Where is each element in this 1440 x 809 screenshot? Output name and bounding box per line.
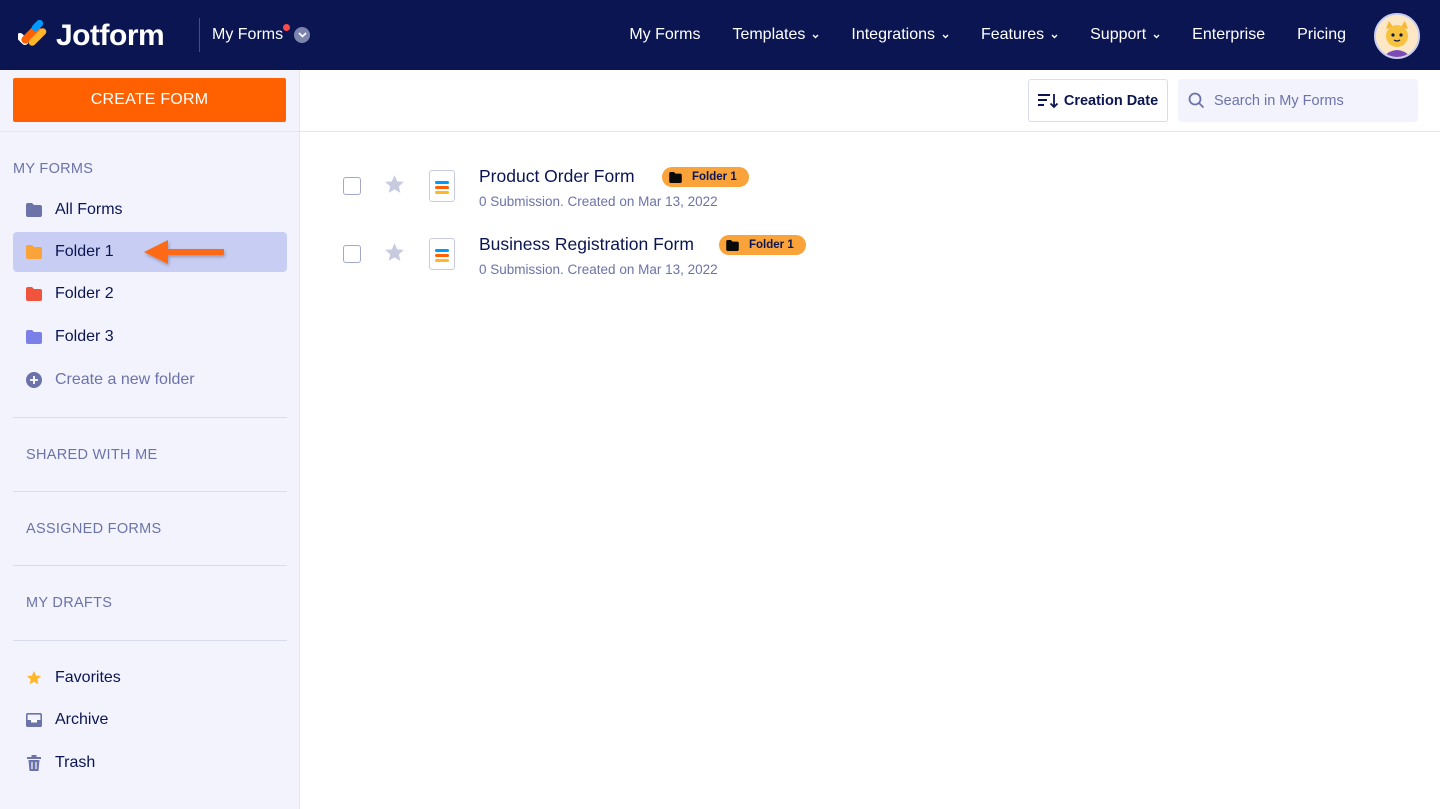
divider: [13, 491, 287, 492]
star-icon: [26, 670, 42, 686]
switcher-label: My Forms: [212, 26, 284, 43]
avatar[interactable]: [1374, 13, 1420, 59]
chevron-down-icon: [942, 26, 949, 44]
avatar-icon: [1376, 15, 1418, 57]
notification-dot: [283, 23, 291, 31]
sidebar-item-all-forms[interactable]: All Forms: [13, 190, 287, 230]
jotform-logo[interactable]: Jotform: [18, 19, 165, 53]
sidebar-item-label: Favorites: [55, 669, 121, 686]
form-meta: 0 Submission. Created on Mar 13, 2022: [479, 194, 718, 209]
nav-enterprise[interactable]: Enterprise: [1192, 26, 1265, 44]
sidebar-item-label: Folder 2: [55, 285, 114, 302]
search-input[interactable]: [1214, 92, 1404, 109]
nav-templates[interactable]: Templates: [732, 26, 819, 44]
search-icon: [1188, 92, 1205, 109]
divider: [0, 131, 300, 132]
sidebar-item-label: Folder 3: [55, 328, 114, 345]
assigned-forms-section[interactable]: ASSIGNED FORMS: [26, 521, 162, 537]
form-title[interactable]: Product Order Form: [479, 166, 635, 187]
my-forms-switcher[interactable]: My Forms: [212, 22, 311, 48]
select-checkbox[interactable]: [343, 245, 361, 263]
create-form-button[interactable]: CREATE FORM: [13, 78, 286, 122]
divider: [13, 640, 287, 641]
sidebar-item-folder-2[interactable]: Folder 2: [13, 274, 287, 314]
sort-button[interactable]: Creation Date: [1028, 79, 1168, 122]
nav-support[interactable]: Support: [1090, 26, 1160, 44]
trash-icon: [26, 755, 42, 771]
sidebar-item-archive[interactable]: Archive: [13, 700, 287, 740]
chevron-down-icon: [1051, 26, 1058, 44]
folder-icon: [726, 239, 739, 251]
search-box[interactable]: [1178, 79, 1418, 122]
folder-icon: [669, 171, 682, 183]
form-meta: 0 Submission. Created on Mar 13, 2022: [479, 262, 718, 277]
select-checkbox[interactable]: [343, 177, 361, 195]
divider: [13, 565, 287, 566]
chevron-down-icon: [812, 26, 819, 44]
archive-icon: [26, 712, 42, 728]
sort-icon: [1037, 93, 1058, 108]
nav-features[interactable]: Features: [981, 26, 1058, 44]
form-title[interactable]: Business Registration Form: [479, 234, 694, 255]
forms-toolbar: Creation Date: [300, 70, 1440, 132]
form-icon[interactable]: [429, 170, 455, 202]
chevron-down-icon: [1153, 26, 1160, 44]
nav-my-forms[interactable]: My Forms: [629, 26, 700, 44]
folder-badge-label: Folder 1: [692, 171, 737, 183]
folder-icon: [26, 244, 42, 260]
create-new-folder-button[interactable]: Create a new folder: [13, 360, 287, 400]
nav-pricing[interactable]: Pricing: [1297, 26, 1346, 44]
form-icon[interactable]: [429, 238, 455, 270]
folder-icon: [26, 202, 42, 218]
plus-circle-icon: [26, 372, 42, 388]
sidebar: CREATE FORM MY FORMS All Forms Folder 1 …: [0, 70, 300, 809]
my-forms-section-title: MY FORMS: [13, 161, 94, 177]
divider: [199, 18, 200, 52]
chevron-down-icon[interactable]: [294, 27, 311, 43]
nav-integrations[interactable]: Integrations: [851, 26, 949, 44]
pointer-arrow-icon: [144, 240, 224, 264]
folder-badge-label: Folder 1: [749, 239, 794, 251]
divider: [13, 417, 287, 418]
brand-name: Jotform: [56, 19, 165, 52]
jotform-logo-icon: [18, 20, 47, 46]
star-icon[interactable]: [384, 174, 405, 200]
sidebar-item-trash[interactable]: Trash: [13, 743, 287, 783]
my-drafts-section[interactable]: MY DRAFTS: [26, 595, 112, 611]
sidebar-item-label: Folder 1: [55, 243, 114, 260]
form-list-item[interactable]: Product Order Form Folder 1 0 Submission…: [300, 164, 1440, 224]
sidebar-item-label: All Forms: [55, 201, 123, 218]
new-folder-label: Create a new folder: [55, 371, 195, 388]
folder-icon: [26, 286, 42, 302]
sort-label: Creation Date: [1063, 92, 1159, 109]
sidebar-item-label: Archive: [55, 711, 109, 728]
form-list-item[interactable]: Business Registration Form Folder 1 0 Su…: [300, 232, 1440, 292]
star-icon[interactable]: [384, 242, 405, 268]
top-navbar: Jotform My Forms My Forms Templates Inte…: [0, 0, 1440, 70]
sidebar-item-favorites[interactable]: Favorites: [13, 658, 287, 698]
folder-icon: [26, 329, 42, 345]
shared-with-me-section[interactable]: SHARED WITH ME: [26, 447, 157, 463]
sidebar-item-folder-3[interactable]: Folder 3: [13, 317, 287, 357]
main-nav: My Forms Templates Integrations Features…: [597, 0, 1346, 70]
folder-badge[interactable]: Folder 1: [662, 167, 749, 187]
folder-badge[interactable]: Folder 1: [719, 235, 806, 255]
sidebar-item-label: Trash: [55, 754, 96, 771]
